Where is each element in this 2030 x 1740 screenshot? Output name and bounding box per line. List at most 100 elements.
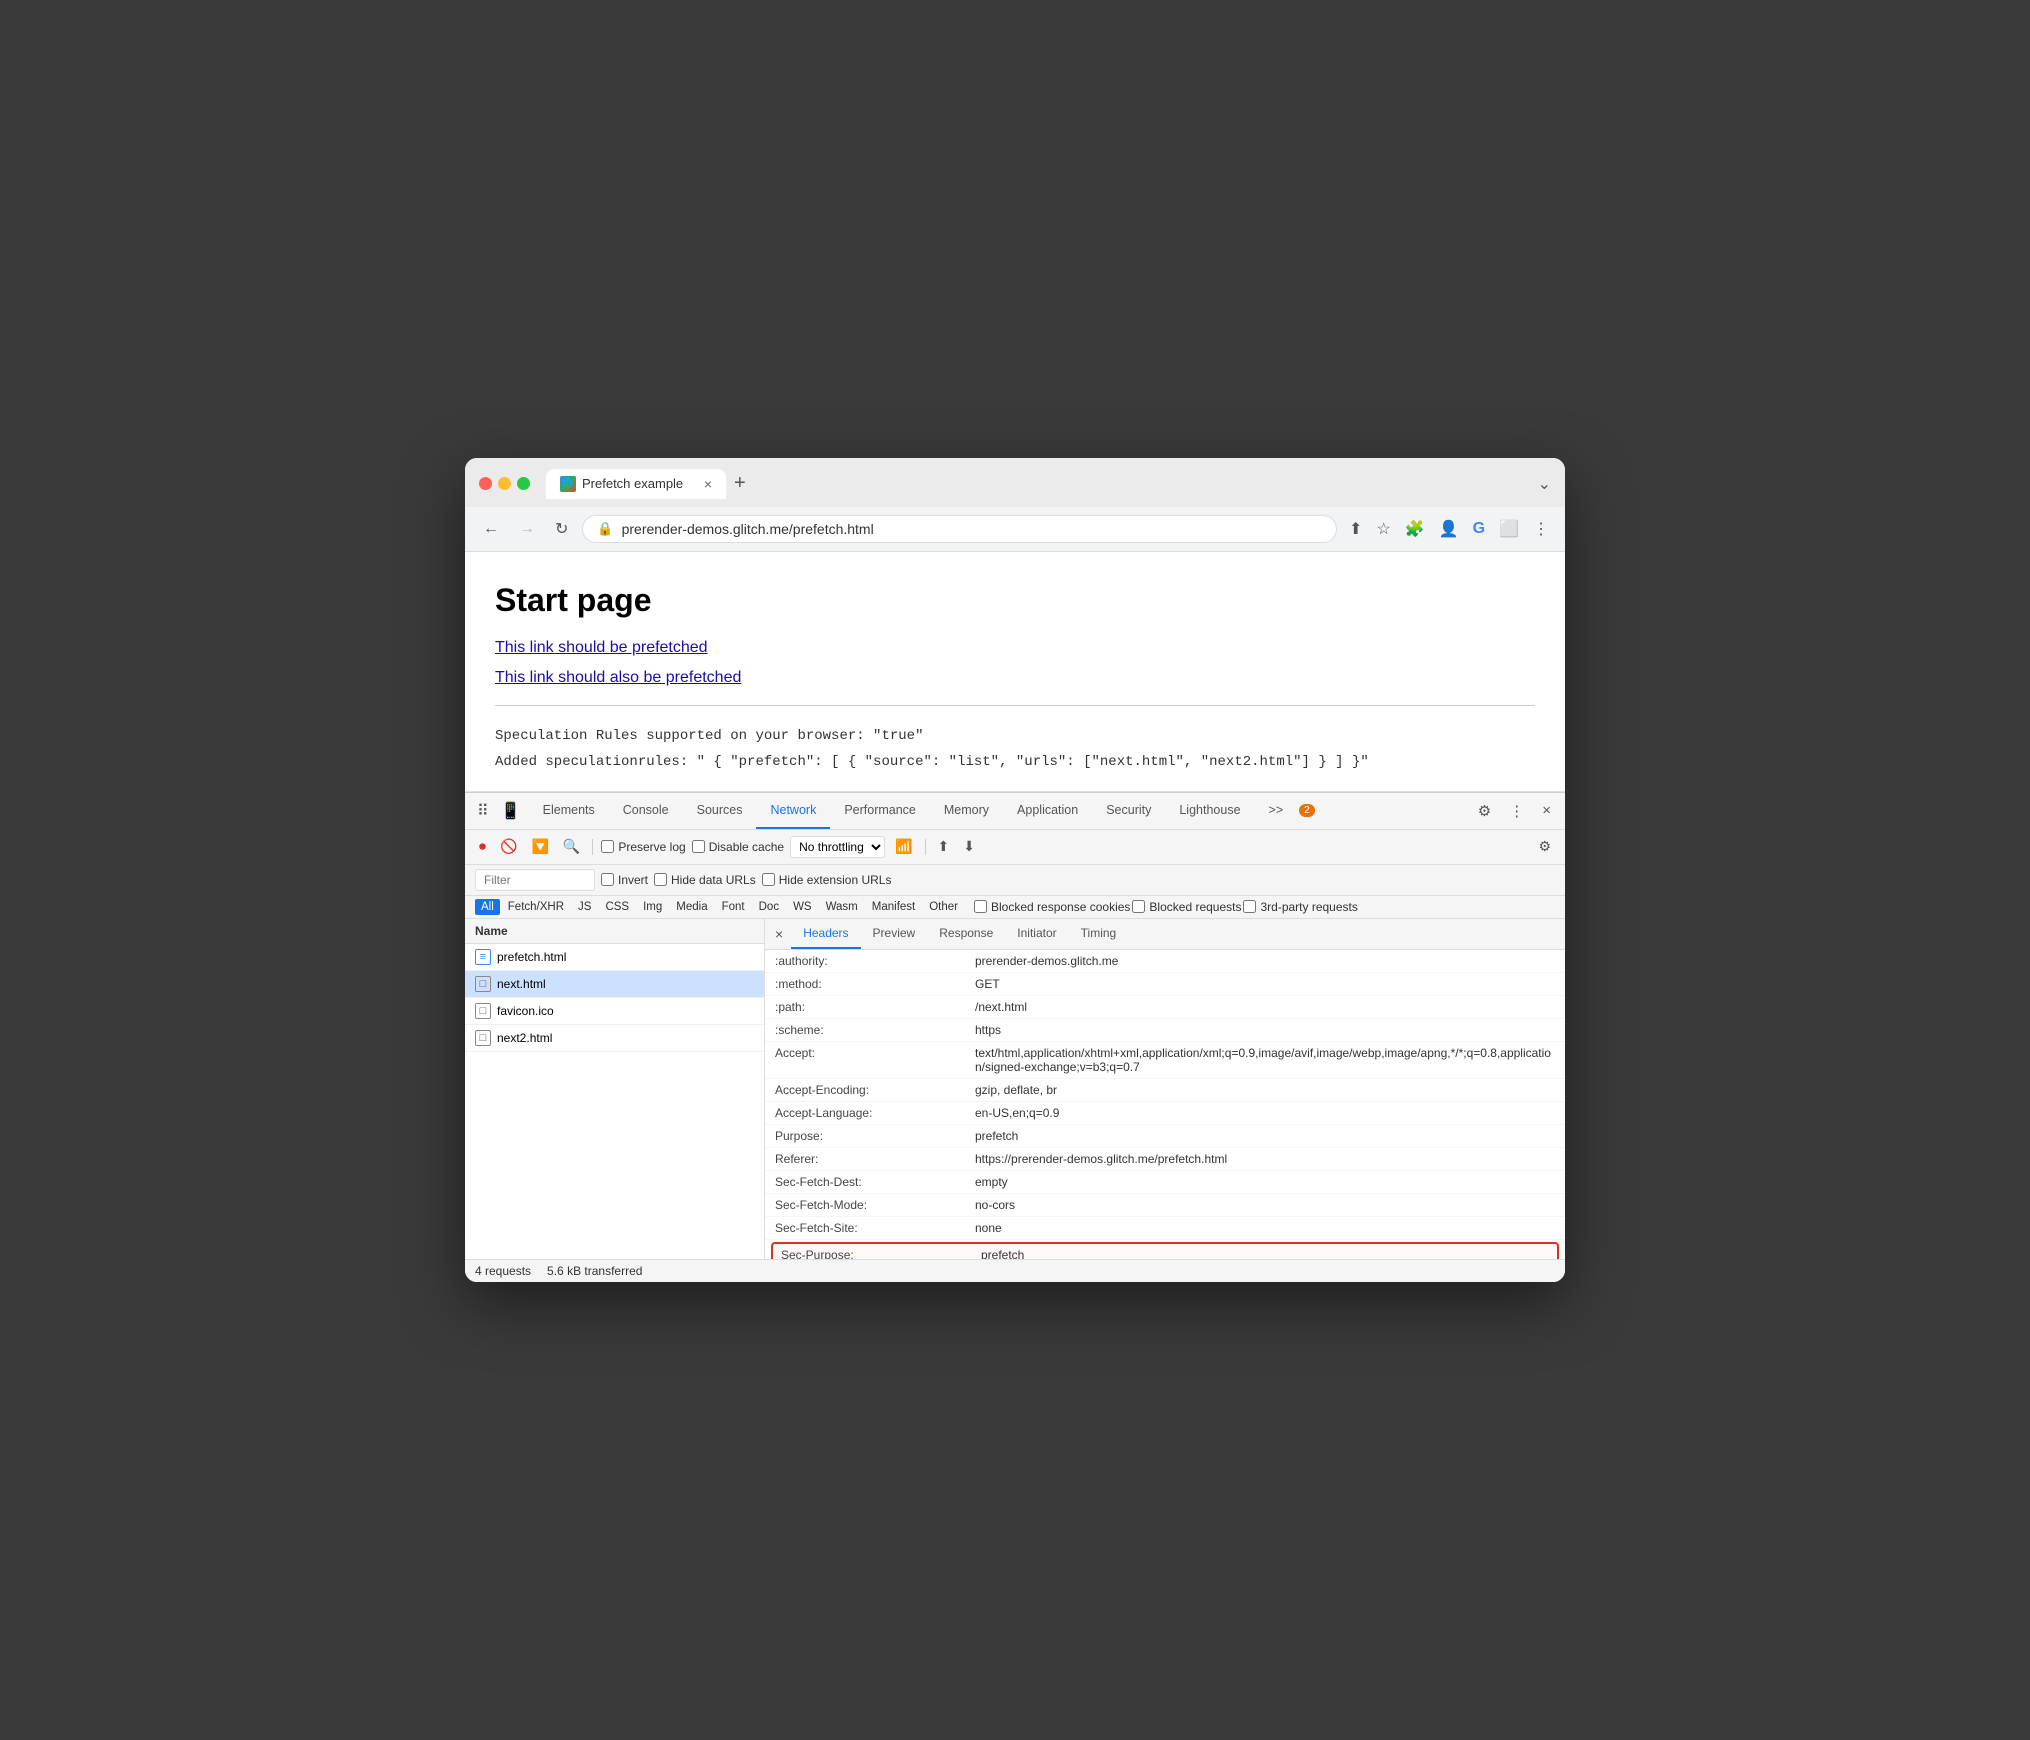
page-link-2[interactable]: This link should also be prefetched: [495, 669, 1535, 687]
filter-type-js[interactable]: JS: [572, 899, 597, 915]
hide-data-urls-label[interactable]: Hide data URLs: [654, 873, 756, 887]
headers-tab-timing[interactable]: Timing: [1069, 919, 1129, 949]
throttle-select[interactable]: No throttling: [790, 836, 885, 858]
third-party-checkbox[interactable]: [1243, 900, 1256, 913]
header-value-accept-encoding: gzip, deflate, br: [975, 1083, 1555, 1097]
filter-type-media[interactable]: Media: [670, 899, 713, 915]
tab-lighthouse[interactable]: Lighthouse: [1165, 793, 1254, 829]
wifi-button[interactable]: 📶: [891, 836, 916, 857]
reload-button[interactable]: ↻: [549, 515, 574, 543]
filter-type-doc[interactable]: Doc: [753, 899, 785, 915]
cast-button[interactable]: ⬜: [1495, 515, 1523, 543]
file-item-next2[interactable]: □ next2.html: [465, 1025, 764, 1052]
file-name-next: next.html: [497, 977, 546, 991]
tab-close-button[interactable]: ×: [704, 477, 712, 491]
headers-tab-response[interactable]: Response: [927, 919, 1005, 949]
headers-tab-preview[interactable]: Preview: [861, 919, 928, 949]
file-name-next2: next2.html: [497, 1031, 552, 1045]
header-name-sec-fetch-dest: Sec-Fetch-Dest:: [775, 1175, 975, 1189]
disable-cache-checkbox[interactable]: [692, 840, 705, 853]
filter-type-manifest[interactable]: Manifest: [866, 899, 921, 915]
filter-type-wasm[interactable]: Wasm: [820, 899, 864, 915]
header-row-purpose: Purpose: prefetch: [765, 1125, 1565, 1148]
header-row-accept: Accept: text/html,application/xhtml+xml,…: [765, 1042, 1565, 1079]
file-item-next[interactable]: □ next.html: [465, 971, 764, 998]
header-value-referer: https://prerender-demos.glitch.me/prefet…: [975, 1152, 1555, 1166]
hide-ext-urls-label[interactable]: Hide extension URLs: [762, 873, 892, 887]
file-icon-favicon: □: [475, 1003, 491, 1019]
header-name-authority: :authority:: [775, 954, 975, 968]
tab-application[interactable]: Application: [1003, 793, 1092, 829]
blocked-cookies-checkbox[interactable]: [974, 900, 987, 913]
record-button[interactable]: ⏺: [475, 836, 490, 857]
menu-button[interactable]: ⋮: [1529, 515, 1553, 543]
export-button[interactable]: ⬆: [934, 836, 954, 857]
address-bar[interactable]: 🔒 prerender-demos.glitch.me/prefetch.htm…: [582, 515, 1337, 543]
blocked-requests-text: Blocked requests: [1149, 900, 1241, 914]
search-button[interactable]: 🔍: [559, 836, 584, 857]
headers-close-button[interactable]: ×: [771, 922, 787, 946]
tab-network[interactable]: Network: [756, 793, 830, 829]
filter-input[interactable]: [475, 869, 595, 891]
header-row-method: :method: GET: [765, 973, 1565, 996]
headers-panel: × Headers Preview Response Initiator Tim…: [765, 919, 1565, 1259]
disable-cache-label[interactable]: Disable cache: [692, 840, 784, 854]
import-button[interactable]: ⬇: [959, 836, 979, 857]
browser-window: 🌐 Prefetch example × + ⌄ ← → ↻ 🔒 prerend…: [465, 458, 1565, 1281]
browser-tab-active[interactable]: 🌐 Prefetch example ×: [546, 469, 726, 499]
tab-sources[interactable]: Sources: [683, 793, 757, 829]
filter-type-css[interactable]: CSS: [599, 899, 635, 915]
filter-bar: Invert Hide data URLs Hide extension URL…: [465, 865, 1565, 896]
clear-button[interactable]: 🚫: [496, 836, 521, 857]
preserve-log-checkbox[interactable]: [601, 840, 614, 853]
devtools-settings-button[interactable]: ⚙: [1472, 798, 1497, 824]
google-button[interactable]: G: [1469, 516, 1489, 542]
headers-tab-initiator[interactable]: Initiator: [1005, 919, 1068, 949]
page-link-1[interactable]: This link should be prefetched: [495, 639, 1535, 657]
maximize-traffic-light[interactable]: [517, 477, 530, 490]
filter-type-ws[interactable]: WS: [787, 899, 818, 915]
share-button[interactable]: ⬆: [1345, 515, 1366, 543]
tab-more[interactable]: >>: [1255, 793, 1298, 829]
blocked-requests-label[interactable]: Blocked requests: [1132, 900, 1241, 914]
file-item-favicon[interactable]: □ favicon.ico: [465, 998, 764, 1025]
bookmark-button[interactable]: ☆: [1372, 515, 1394, 543]
tab-elements[interactable]: Elements: [529, 793, 609, 829]
forward-button[interactable]: →: [513, 516, 541, 542]
hide-ext-urls-checkbox[interactable]: [762, 873, 775, 886]
invert-checkbox[interactable]: [601, 873, 614, 886]
back-button[interactable]: ←: [477, 516, 505, 542]
filter-type-img[interactable]: Img: [637, 899, 668, 915]
tab-performance[interactable]: Performance: [830, 793, 930, 829]
filter-button[interactable]: 🔽: [527, 836, 552, 857]
profile-button[interactable]: 👤: [1435, 515, 1463, 543]
header-name-sec-fetch-site: Sec-Fetch-Site:: [775, 1221, 975, 1235]
close-traffic-light[interactable]: [479, 477, 492, 490]
blocked-requests-checkbox[interactable]: [1132, 900, 1145, 913]
header-row-sec-fetch-site: Sec-Fetch-Site: none: [765, 1217, 1565, 1240]
filter-type-fetch[interactable]: Fetch/XHR: [502, 899, 570, 915]
devtools-more-button[interactable]: ⋮: [1503, 798, 1530, 824]
preserve-log-label[interactable]: Preserve log: [601, 840, 685, 854]
filter-type-font[interactable]: Font: [716, 899, 751, 915]
filter-type-other[interactable]: Other: [923, 899, 964, 915]
tab-list-button[interactable]: ⌄: [1538, 474, 1551, 494]
minimize-traffic-light[interactable]: [498, 477, 511, 490]
network-main: Name ≡ prefetch.html □ next.html □ favic…: [465, 919, 1565, 1259]
extensions-button[interactable]: 🧩: [1401, 515, 1429, 543]
new-tab-button[interactable]: +: [726, 468, 754, 499]
blocked-cookies-label[interactable]: Blocked response cookies: [974, 900, 1130, 914]
file-item-prefetch[interactable]: ≡ prefetch.html: [465, 944, 764, 971]
toolbar-separator-2: [925, 839, 926, 855]
network-settings-button[interactable]: ⚙: [1534, 836, 1555, 857]
page-content: Start page This link should be prefetche…: [465, 552, 1565, 791]
tab-memory[interactable]: Memory: [930, 793, 1003, 829]
tab-console[interactable]: Console: [609, 793, 683, 829]
hide-data-urls-checkbox[interactable]: [654, 873, 667, 886]
invert-label[interactable]: Invert: [601, 873, 648, 887]
devtools-close-button[interactable]: ×: [1536, 798, 1557, 823]
tab-security[interactable]: Security: [1092, 793, 1165, 829]
third-party-label[interactable]: 3rd-party requests: [1243, 900, 1357, 914]
headers-tab-headers[interactable]: Headers: [791, 919, 860, 949]
filter-type-all[interactable]: All: [475, 899, 500, 915]
